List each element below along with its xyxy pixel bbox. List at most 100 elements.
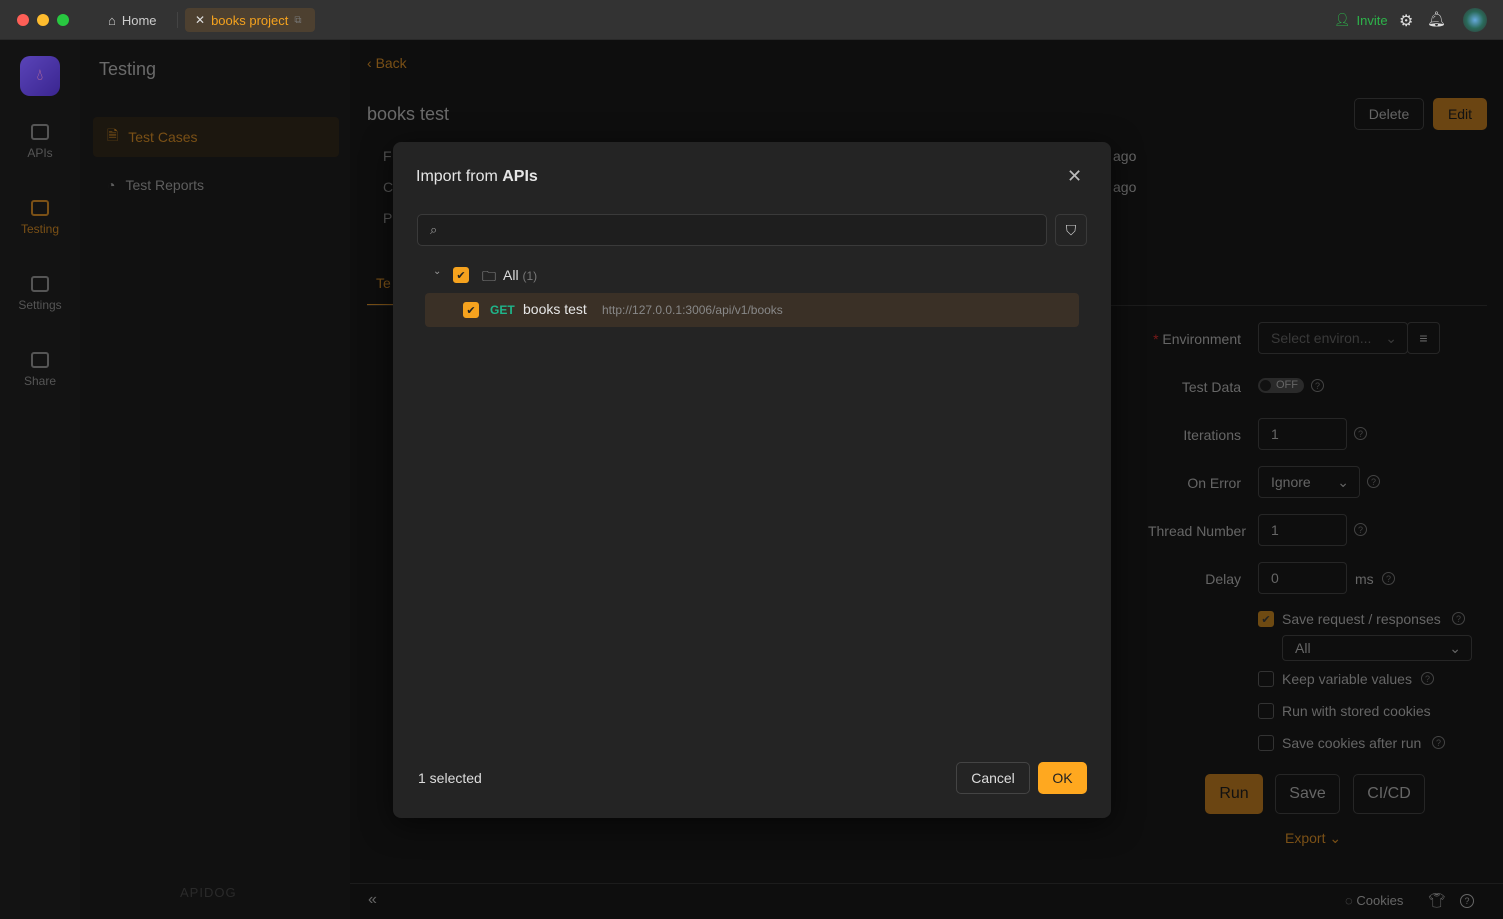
- back-link[interactable]: ‹ Back: [367, 55, 407, 71]
- run-button[interactable]: Run: [1205, 774, 1263, 814]
- share-icon: [31, 352, 49, 368]
- environment-label: * Environment: [1153, 331, 1241, 347]
- meta-label: F: [383, 148, 392, 164]
- rail-item-apis[interactable]: APIs: [0, 124, 80, 160]
- document-icon: 🗎: [107, 127, 119, 143]
- bell-icon[interactable]: 🔔︎: [1427, 10, 1446, 28]
- add-user-icon: 👤︎: [1334, 12, 1351, 27]
- method-badge: GET: [490, 303, 515, 317]
- help-icon[interactable]: ?: [1311, 379, 1324, 392]
- help-icon[interactable]: ?: [1460, 894, 1474, 908]
- minimize-window-button[interactable]: [37, 14, 49, 26]
- cancel-button[interactable]: Cancel: [956, 762, 1030, 794]
- tab-test-steps[interactable]: Te: [376, 275, 391, 291]
- search-field[interactable]: [445, 222, 1046, 238]
- rail-item-settings[interactable]: Settings: [0, 276, 80, 312]
- filter-button[interactable]: ⛉: [1055, 214, 1087, 246]
- chevron-down-icon: ⌄: [1385, 329, 1397, 346]
- folder-icon: 🗀: [482, 268, 496, 284]
- theme-icon[interactable]: 👕︎: [1428, 892, 1446, 909]
- api-icon: [31, 124, 49, 140]
- maximize-window-button[interactable]: [57, 14, 69, 26]
- rail-item-testing[interactable]: Testing: [0, 200, 80, 236]
- search-input[interactable]: ⌕: [417, 214, 1047, 246]
- help-icon[interactable]: ?: [1432, 736, 1445, 749]
- close-window-button[interactable]: [17, 14, 29, 26]
- api-name: books test: [523, 301, 587, 317]
- help-icon[interactable]: ?: [1354, 427, 1367, 440]
- iterations-label: Iterations: [1183, 427, 1241, 443]
- brand-watermark: APIDOG: [180, 885, 237, 900]
- pie-chart-icon: ◔: [107, 177, 116, 193]
- save-cookies-checkbox[interactable]: [1258, 735, 1274, 751]
- import-apis-modal: Import from APIs ✕ ⌕ ⛉ ⌄ ✔ 🗀 All (1) ✔ G…: [393, 142, 1111, 818]
- help-icon[interactable]: ?: [1354, 523, 1367, 536]
- app-rail: 💧︎ APIs Testing Settings Share: [0, 40, 80, 919]
- rail-item-share[interactable]: Share: [0, 352, 80, 388]
- settings-icon: [31, 276, 49, 292]
- chevron-down-icon[interactable]: ⌄: [433, 266, 441, 277]
- item-checkbox[interactable]: ✔: [463, 302, 479, 318]
- help-icon[interactable]: ?: [1367, 475, 1380, 488]
- thread-number-input[interactable]: 1: [1258, 514, 1347, 546]
- project-tab[interactable]: ✕ books project ⧉: [185, 8, 315, 32]
- select-all-checkbox[interactable]: ✔: [453, 267, 469, 283]
- on-error-label: On Error: [1187, 475, 1241, 491]
- stored-cookies-label: Run with stored cookies: [1282, 703, 1431, 719]
- help-icon[interactable]: ?: [1382, 572, 1395, 585]
- cookie-icon: ◌: [1345, 893, 1353, 908]
- title-bar: ⌂ Home ✕ books project ⧉ 👤︎ Invite ⚙ 🔔︎: [0, 0, 1503, 40]
- delay-input[interactable]: 0: [1258, 562, 1347, 594]
- chevron-down-icon: ⌄: [1337, 473, 1349, 490]
- close-tab-icon[interactable]: ✕: [195, 13, 205, 27]
- test-data-toggle[interactable]: OFF: [1258, 378, 1304, 393]
- cicd-button[interactable]: CI/CD: [1353, 774, 1425, 814]
- sidebar-item-test-reports[interactable]: ◔ Test Reports: [93, 165, 339, 205]
- keep-variables-checkbox[interactable]: [1258, 671, 1274, 687]
- save-button[interactable]: Save: [1275, 774, 1340, 814]
- stored-cookies-checkbox[interactable]: [1258, 703, 1274, 719]
- collapse-sidebar-icon[interactable]: «: [368, 891, 377, 909]
- test-data-label: Test Data: [1181, 379, 1241, 395]
- chevron-down-icon: ⌄: [1329, 830, 1342, 846]
- testing-icon: [31, 200, 49, 216]
- help-icon[interactable]: ?: [1452, 612, 1465, 625]
- tree-root[interactable]: All (1): [503, 267, 537, 283]
- gear-icon[interactable]: ⚙: [1399, 11, 1413, 31]
- close-icon[interactable]: ✕: [1067, 166, 1082, 187]
- environment-select[interactable]: Select environ... ⌄: [1258, 322, 1408, 354]
- thread-number-label: Thread Number: [1147, 523, 1246, 539]
- divider: [350, 883, 1503, 884]
- home-tab[interactable]: ⌂ Home: [108, 8, 157, 32]
- ok-button[interactable]: OK: [1038, 762, 1087, 794]
- meta-label: P: [383, 210, 393, 226]
- sidebar: Testing 🗎 Test Cases ◔ Test Reports APIDOG: [80, 40, 350, 919]
- external-link-icon[interactable]: ⧉: [294, 15, 301, 26]
- chevron-down-icon: ⌄: [1449, 639, 1461, 656]
- cookies-button[interactable]: ◌ Cookies: [1345, 893, 1403, 908]
- selected-count: 1 selected: [418, 770, 482, 786]
- help-icon[interactable]: ?: [1421, 672, 1434, 685]
- on-error-select[interactable]: Ignore ⌄: [1258, 466, 1360, 498]
- environment-menu-button[interactable]: ≡: [1407, 322, 1440, 354]
- app-logo: 💧︎: [20, 56, 60, 96]
- sidebar-item-test-cases[interactable]: 🗎 Test Cases: [93, 117, 339, 157]
- home-icon: ⌂: [108, 12, 116, 28]
- delay-unit: ms: [1355, 571, 1374, 587]
- edit-button[interactable]: Edit: [1433, 98, 1487, 130]
- save-requests-select[interactable]: All ⌄: [1282, 635, 1472, 661]
- avatar[interactable]: [1463, 8, 1487, 32]
- meta-label: C: [383, 179, 394, 195]
- export-dropdown[interactable]: Export ⌄: [1285, 830, 1341, 847]
- save-requests-label: Save request / responses: [1282, 611, 1441, 627]
- iterations-input[interactable]: 1: [1258, 418, 1347, 450]
- save-requests-checkbox[interactable]: ✔: [1258, 611, 1274, 627]
- delete-button[interactable]: Delete: [1354, 98, 1424, 130]
- toggle-knob: [1260, 380, 1271, 391]
- meta-value: ago: [1113, 179, 1137, 195]
- tree-item[interactable]: ✔ GET books test http://127.0.0.1:3006/a…: [425, 293, 1079, 327]
- invite-button[interactable]: 👤︎ Invite: [1334, 8, 1388, 32]
- api-url: http://127.0.0.1:3006/api/v1/books: [602, 303, 783, 317]
- divider: [177, 12, 178, 28]
- test-title: books test: [367, 104, 450, 124]
